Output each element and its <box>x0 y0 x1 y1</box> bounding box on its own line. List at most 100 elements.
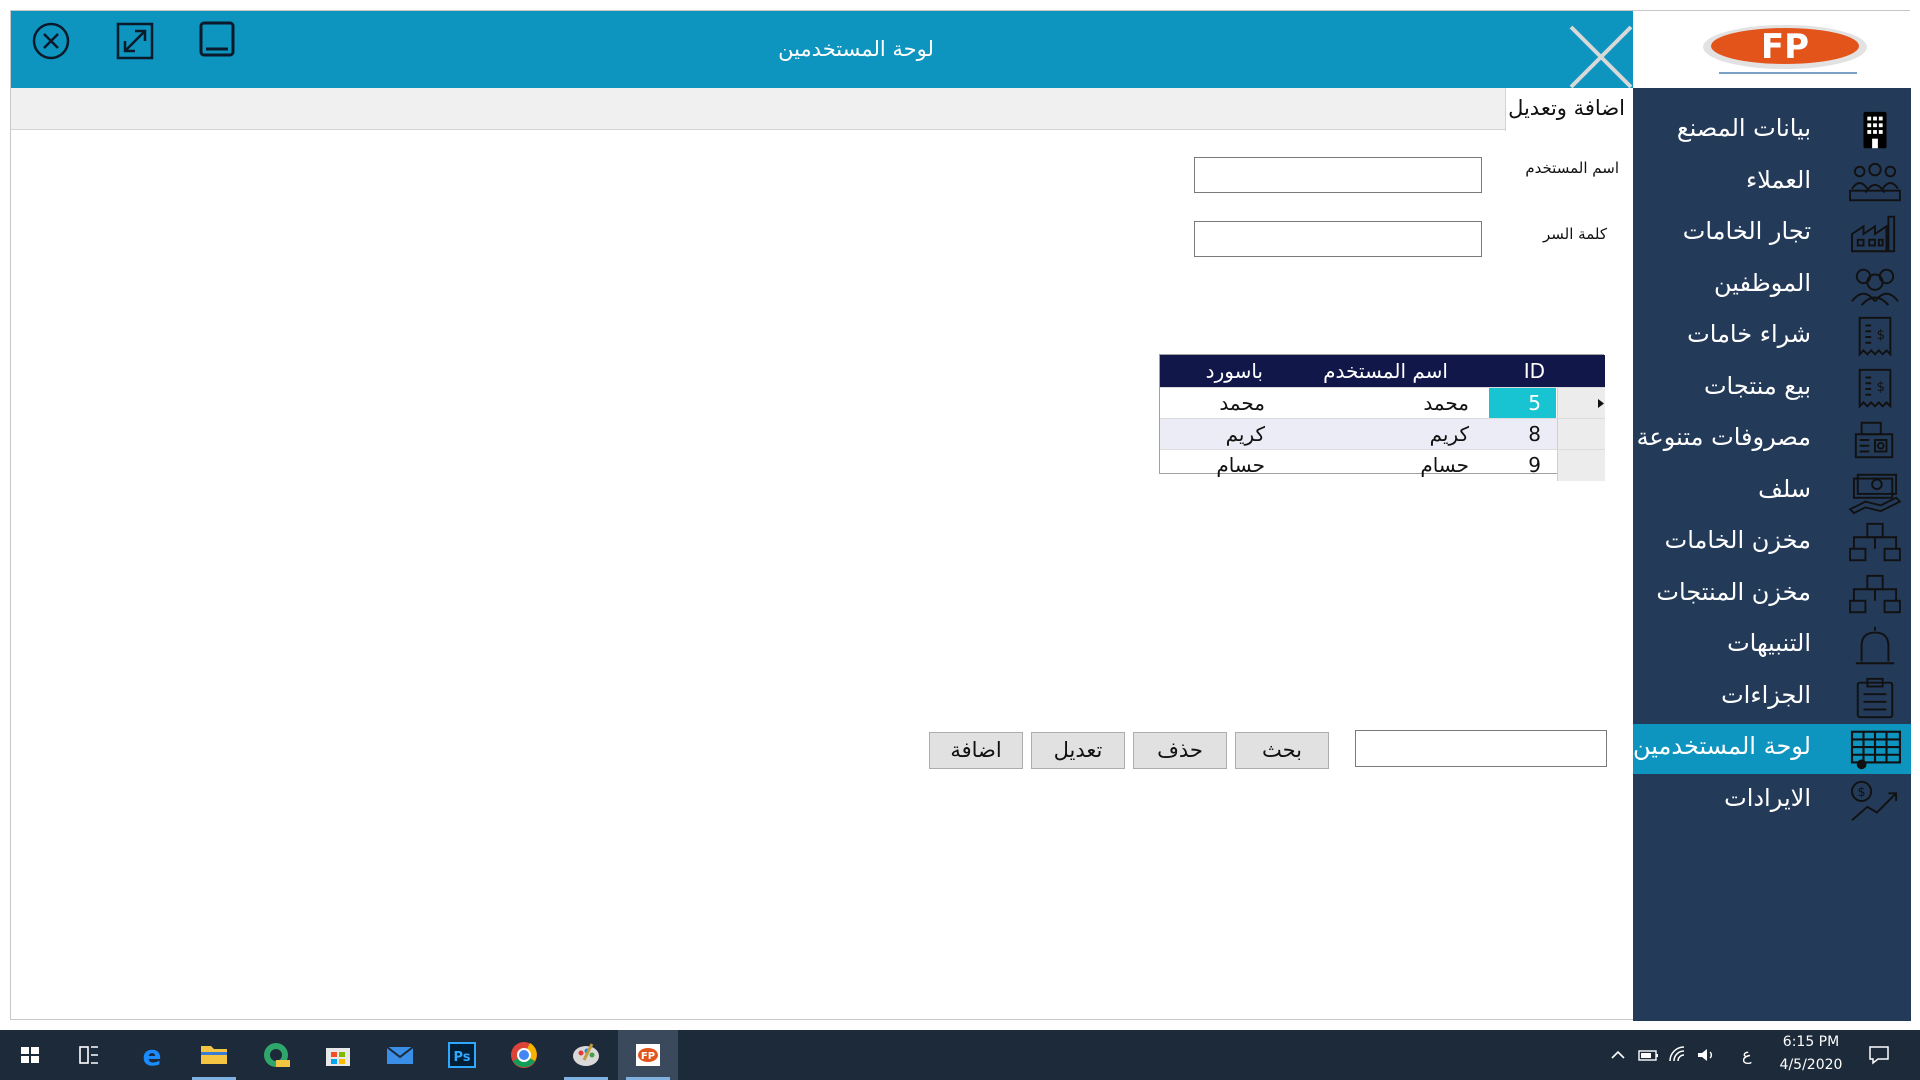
users-table-icon <box>1850 730 1901 770</box>
taskbar-photoshop[interactable]: Ps <box>432 1030 492 1080</box>
company-logo: FP <box>1703 25 1867 74</box>
sidebar-item-4[interactable]: شراء خامات $ <box>1633 312 1911 362</box>
sidebar-item-7[interactable]: سلف <box>1633 467 1911 517</box>
username-input[interactable] <box>1194 157 1482 193</box>
cell-username[interactable]: محمد <box>1423 391 1469 415</box>
warehouse-icon <box>1849 522 1901 562</box>
sidebar-item-1[interactable]: العملاء <box>1633 158 1911 208</box>
taskbar-store[interactable] <box>308 1030 368 1080</box>
row-header[interactable] <box>1557 450 1605 481</box>
cell-username[interactable]: حسام <box>1420 453 1469 477</box>
column-header-id[interactable]: ID <box>1524 359 1545 383</box>
maximize-button[interactable] <box>113 19 157 63</box>
column-header-password[interactable]: باسورد <box>1206 359 1263 383</box>
edit-button[interactable]: تعديل <box>1031 732 1125 769</box>
close-circle-icon <box>32 22 70 60</box>
close-button[interactable] <box>1567 23 1635 91</box>
sidebar-item-6[interactable]: مصروفات متنوعة <box>1633 415 1911 465</box>
task-view-button[interactable] <box>58 1030 118 1080</box>
chrome-icon <box>511 1042 537 1068</box>
app-window: لوحة المستخدمين FP بيانات المصنع العملاء… <box>10 10 1911 1021</box>
logo-text: FP <box>1761 27 1809 67</box>
password-label: كلمة السر <box>1543 225 1607 243</box>
cash-register-icon <box>1854 421 1894 459</box>
sidebar-item-label: الموظفين <box>1713 268 1811 297</box>
search-button[interactable]: بحث <box>1235 732 1329 769</box>
cell-username[interactable]: كريم <box>1430 422 1469 446</box>
username-label: اسم المستخدم <box>1525 159 1619 177</box>
sidebar-item-label: مخزن الخامات <box>1664 526 1811 554</box>
sidebar-item-3[interactable]: الموظفين <box>1633 261 1911 311</box>
volume-icon[interactable] <box>1696 1046 1716 1064</box>
close-circle-button[interactable] <box>29 19 73 63</box>
svg-text:$: $ <box>1876 328 1885 343</box>
cell-id[interactable]: 8 <box>1528 422 1541 446</box>
tab-label: اضافة وتعديل <box>1508 96 1625 120</box>
minimize-icon <box>199 21 235 57</box>
input-language[interactable]: ع <box>1742 1045 1752 1064</box>
expand-icon <box>116 22 154 60</box>
sidebar-item-label: مخزن المنتجات <box>1656 577 1811 606</box>
table-row[interactable]: 8 كريم كريم <box>1160 418 1605 450</box>
selected-cell <box>1489 388 1556 419</box>
cell-id[interactable]: 5 <box>1528 391 1541 415</box>
add-button[interactable]: اضافة <box>929 732 1023 769</box>
cell-password[interactable]: كريم <box>1226 422 1265 446</box>
sidebar-item-5[interactable]: بيع منتجات $ <box>1633 364 1911 414</box>
clipboard-icon <box>1856 677 1894 718</box>
employees-icon <box>1851 268 1899 306</box>
taskbar-mail[interactable] <box>370 1030 430 1080</box>
start-button[interactable] <box>0 1030 60 1080</box>
clock-time[interactable]: 6:15 PM <box>1756 1034 1866 1050</box>
battery-icon[interactable] <box>1638 1047 1660 1063</box>
sidebar-item-label: التنبيهات <box>1727 629 1811 657</box>
screen: لوحة المستخدمين FP بيانات المصنع العملاء… <box>0 0 1920 1080</box>
cell-password[interactable]: حسام <box>1216 453 1265 477</box>
sidebar-item-10[interactable]: التنبيهات <box>1633 621 1911 671</box>
users-grid[interactable]: ID اسم المستخدم باسورد 5 محمد محمد 8 كريم كري… <box>1159 354 1605 481</box>
sidebar-item-label: بيانات المصنع <box>1676 114 1811 142</box>
show-hidden-icons-icon[interactable] <box>1610 1047 1626 1063</box>
sidebar-item-9[interactable]: مخزن المنتجات <box>1633 570 1911 620</box>
taskbar-fp-app[interactable]: FP <box>618 1030 678 1080</box>
folder-icon <box>201 1046 227 1064</box>
taskbar-paint[interactable] <box>556 1030 616 1080</box>
delete-button[interactable]: حذف <box>1133 732 1227 769</box>
sidebar-item-2[interactable]: تجار الخامات <box>1633 209 1911 259</box>
sidebar-item-8[interactable]: مخزن الخامات <box>1633 518 1911 568</box>
table-row[interactable]: 9 حسام حسام <box>1160 449 1605 481</box>
cell-password[interactable]: محمد <box>1219 391 1265 415</box>
taskbar-chrome[interactable] <box>494 1030 554 1080</box>
row-header[interactable] <box>1557 419 1605 450</box>
current-row-pointer-icon <box>1598 399 1604 408</box>
sidebar-item-0[interactable]: بيانات المصنع <box>1633 106 1911 156</box>
close-icon <box>1569 25 1633 89</box>
task-view-icon <box>79 1046 98 1064</box>
windows-logo-icon <box>21 1047 39 1063</box>
tab-add-edit[interactable]: اضافة وتعديل <box>1505 88 1633 131</box>
cell-id[interactable]: 9 <box>1528 453 1541 477</box>
title-bar: لوحة المستخدمين <box>11 11 1635 91</box>
table-row[interactable]: 5 محمد محمد <box>1160 387 1605 419</box>
row-header[interactable] <box>1557 388 1605 419</box>
sidebar-item-label: مصروفات متنوعة <box>1636 423 1811 451</box>
clock-date[interactable]: 4/5/2020 <box>1756 1057 1866 1073</box>
photoshop-icon: Ps <box>448 1042 476 1068</box>
revenue-icon: $ <box>1851 780 1898 821</box>
taskbar-edge-dev[interactable] <box>246 1030 306 1080</box>
wifi-icon[interactable] <box>1668 1046 1688 1064</box>
sidebar-item-12[interactable]: لوحة المستخدمين <box>1633 724 1911 774</box>
receipt-icon: $ <box>1858 368 1892 409</box>
column-header-username[interactable]: اسم المستخدم <box>1323 359 1448 383</box>
search-input[interactable] <box>1355 730 1607 767</box>
taskbar-file-explorer[interactable] <box>184 1030 244 1080</box>
notifications-icon[interactable] <box>1868 1045 1890 1065</box>
taskbar-edge[interactable]: e <box>122 1030 182 1080</box>
minimize-button[interactable] <box>195 19 239 63</box>
edge-dev-icon <box>264 1043 290 1067</box>
sidebar-item-13[interactable]: الايرادات $ <box>1633 776 1911 826</box>
customers-icon <box>1849 162 1901 201</box>
sidebar-item-11[interactable]: الجزاءات <box>1633 673 1911 723</box>
password-input[interactable] <box>1194 221 1482 257</box>
warehouse-icon <box>1849 574 1901 613</box>
